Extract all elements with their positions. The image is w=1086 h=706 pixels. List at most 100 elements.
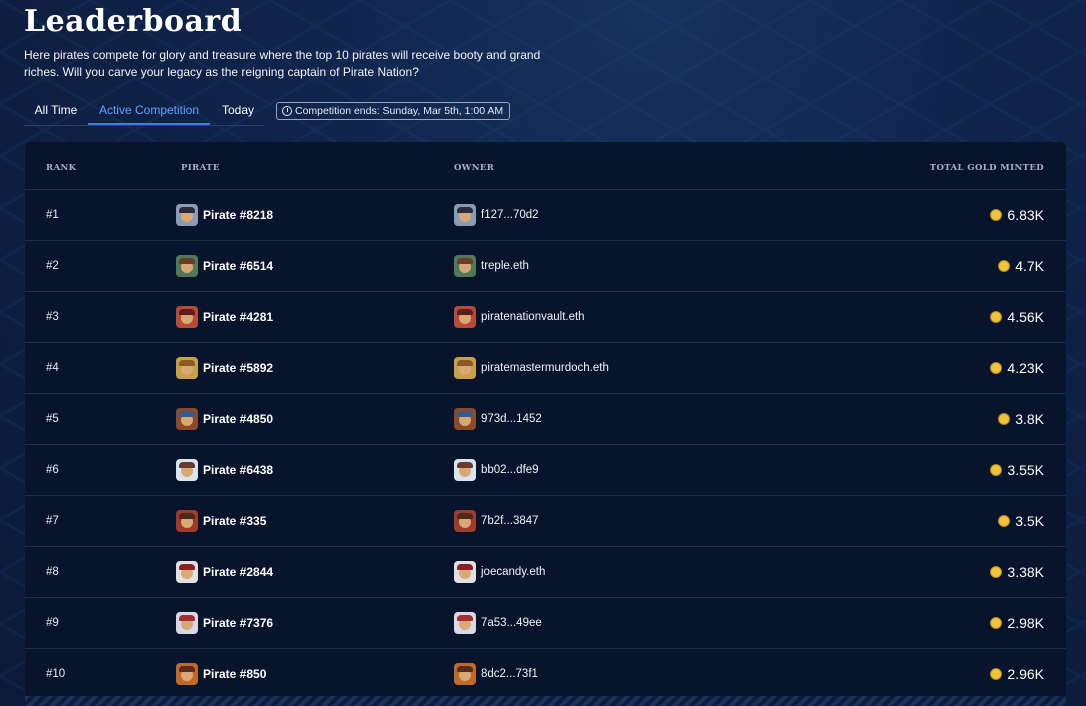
owner-name-link[interactable]: piratenationvault.eth <box>481 292 585 342</box>
column-header-rank: RANK <box>46 163 77 173</box>
owner-avatar <box>454 459 476 481</box>
gold-coin-icon <box>998 413 1011 425</box>
owner-avatar <box>454 663 476 685</box>
clock-icon <box>282 106 292 116</box>
gold-minted-cell: 4.23K <box>990 343 1044 393</box>
pirate-avatar <box>176 204 198 226</box>
tab-all-time[interactable]: All Time <box>24 98 88 124</box>
gold-minted-value: 3.55K <box>1007 462 1044 478</box>
owner-name-link[interactable]: 973d...1452 <box>481 394 542 444</box>
page-title: Leaderboard <box>24 4 243 39</box>
gold-minted-cell: 6.83K <box>990 190 1044 240</box>
gold-minted-value: 3.38K <box>1007 564 1044 580</box>
gold-minted-cell: 4.56K <box>990 292 1044 342</box>
gold-minted-cell: 3.55K <box>990 445 1044 495</box>
table-row[interactable]: #1 Pirate #8218 f127...70d2 6.83K <box>25 190 1066 241</box>
table-row[interactable]: #9 Pirate #7376 7a53...49ee 2.98K <box>25 598 1066 649</box>
owner-avatar <box>454 561 476 583</box>
rank-cell: #2 <box>46 260 59 272</box>
gold-minted-cell: 3.38K <box>990 547 1044 597</box>
pirate-avatar <box>176 663 198 685</box>
owner-avatar <box>454 204 476 226</box>
table-row[interactable]: #8 Pirate #2844 joecandy.eth 3.38K <box>25 547 1066 598</box>
pirate-name-link[interactable]: Pirate #6514 <box>203 241 273 291</box>
table-row[interactable]: #7 Pirate #335 7b2f...3847 3.5K <box>25 496 1066 547</box>
competition-end-text: Competition ends: Sunday, Mar 5th, 1:00 … <box>295 105 504 117</box>
owner-avatar <box>454 255 476 277</box>
gold-minted-value: 6.83K <box>1007 207 1044 223</box>
pirate-name-link[interactable]: Pirate #5892 <box>203 343 273 393</box>
gold-minted-value: 3.8K <box>1015 411 1044 427</box>
gold-minted-cell: 4.7K <box>998 241 1044 291</box>
pirate-name-link[interactable]: Pirate #850 <box>203 649 266 699</box>
page-description: Here pirates compete for glory and treas… <box>24 48 541 79</box>
owner-name-link[interactable]: piratemastermurdoch.eth <box>481 343 609 393</box>
gold-coin-icon <box>990 311 1003 323</box>
rank-cell: #10 <box>46 668 66 680</box>
gold-minted-value: 3.5K <box>1015 513 1044 529</box>
owner-name-link[interactable]: joecandy.eth <box>481 547 545 597</box>
owner-name-link[interactable]: f127...70d2 <box>481 190 539 240</box>
owner-avatar <box>454 612 476 634</box>
pirate-name-link[interactable]: Pirate #8218 <box>203 190 273 240</box>
table-row[interactable]: #6 Pirate #6438 bb02...dfe9 3.55K <box>25 445 1066 496</box>
gold-minted-cell: 2.96K <box>990 649 1044 699</box>
owner-name-link[interactable]: treple.eth <box>481 241 529 291</box>
rank-cell: #4 <box>46 362 59 374</box>
gold-coin-icon <box>998 260 1011 272</box>
pirate-avatar <box>176 306 198 328</box>
table-row[interactable]: #3 Pirate #4281 piratenationvault.eth 4.56K <box>25 292 1066 343</box>
tab-bar: All Time Active Competition Today <box>24 98 264 126</box>
gold-minted-value: 2.96K <box>1007 666 1044 682</box>
gold-minted-cell: 3.8K <box>998 394 1044 444</box>
tab-active-competition[interactable]: Active Competition <box>88 98 210 125</box>
pirate-avatar <box>176 561 198 583</box>
owner-name-link[interactable]: 7a53...49ee <box>481 598 542 648</box>
gold-coin-icon <box>998 515 1011 527</box>
owner-name-link[interactable]: 8dc2...73f1 <box>481 649 538 699</box>
gold-coin-icon <box>990 464 1003 476</box>
pirate-name-link[interactable]: Pirate #6438 <box>203 445 273 495</box>
gold-minted-cell: 3.5K <box>998 496 1044 546</box>
gold-coin-icon <box>990 209 1003 221</box>
table-row[interactable]: #2 Pirate #6514 treple.eth 4.7K <box>25 241 1066 292</box>
column-header-gold: TOTAL GOLD MINTED <box>929 163 1044 173</box>
gold-minted-value: 4.7K <box>1015 258 1044 274</box>
table-header: RANK PIRATE OWNER TOTAL GOLD MINTED <box>25 142 1066 190</box>
pirate-name-link[interactable]: Pirate #335 <box>203 496 266 546</box>
rank-cell: #6 <box>46 464 59 476</box>
owner-avatar <box>454 408 476 430</box>
owner-avatar <box>454 306 476 328</box>
owner-avatar <box>454 357 476 379</box>
table-row[interactable]: #4 Pirate #5892 piratemastermurdoch.eth 4.2… <box>25 343 1066 394</box>
rank-cell: #9 <box>46 617 59 629</box>
tab-today[interactable]: Today <box>212 98 264 124</box>
gold-minted-value: 4.23K <box>1007 360 1044 376</box>
rank-cell: #5 <box>46 413 59 425</box>
column-header-owner: OWNER <box>454 163 495 173</box>
owner-avatar <box>454 510 476 532</box>
pirate-avatar <box>176 357 198 379</box>
owner-name-link[interactable]: 7b2f...3847 <box>481 496 539 546</box>
column-header-pirate: PIRATE <box>181 163 220 173</box>
rank-cell: #7 <box>46 515 59 527</box>
pirate-avatar <box>176 459 198 481</box>
pirate-avatar <box>176 408 198 430</box>
gold-coin-icon <box>990 617 1003 629</box>
gold-minted-value: 4.56K <box>1007 309 1044 325</box>
pirate-name-link[interactable]: Pirate #4850 <box>203 394 273 444</box>
table-row[interactable]: #5 Pirate #4850 973d...1452 3.8K <box>25 394 1066 445</box>
pirate-name-link[interactable]: Pirate #7376 <box>203 598 273 648</box>
pirate-avatar <box>176 255 198 277</box>
pirate-avatar <box>176 510 198 532</box>
competition-end-badge: Competition ends: Sunday, Mar 5th, 1:00 … <box>276 102 511 120</box>
rank-cell: #3 <box>46 311 59 323</box>
rank-cell: #8 <box>46 566 59 578</box>
gold-coin-icon <box>990 668 1003 680</box>
rank-cell: #1 <box>46 209 59 221</box>
table-row[interactable]: #10 Pirate #850 8dc2...73f1 2.96K <box>25 649 1066 700</box>
pirate-name-link[interactable]: Pirate #2844 <box>203 547 273 597</box>
owner-name-link[interactable]: bb02...dfe9 <box>481 445 539 495</box>
gold-minted-value: 2.98K <box>1007 615 1044 631</box>
pirate-name-link[interactable]: Pirate #4281 <box>203 292 273 342</box>
